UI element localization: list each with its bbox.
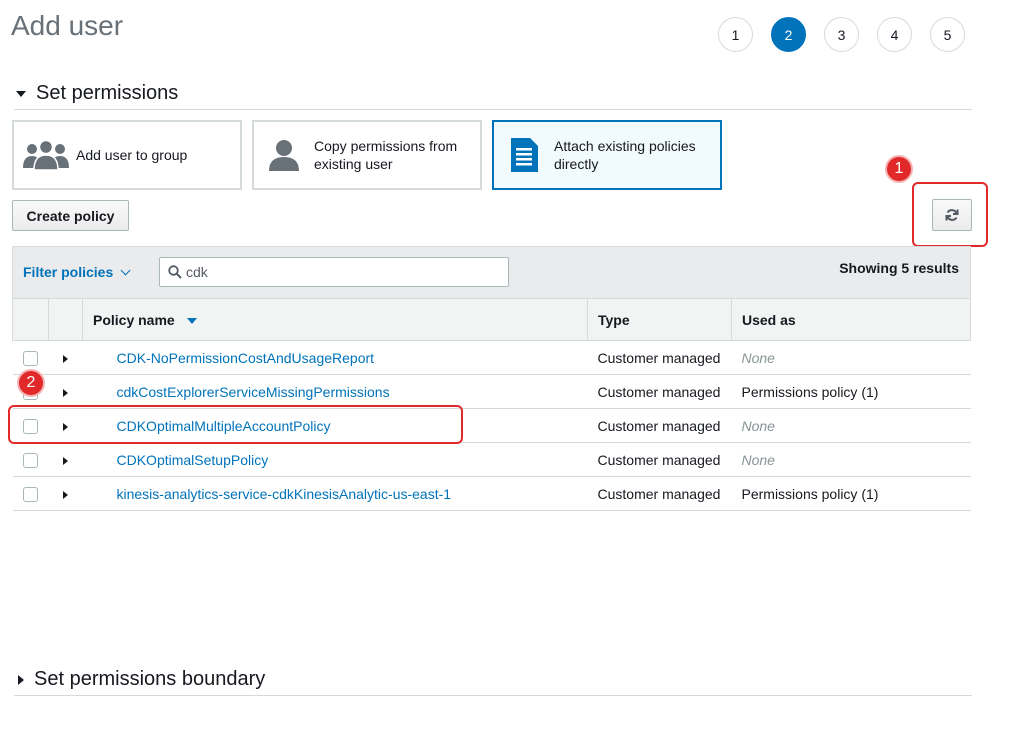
add-user-to-group-option[interactable]: Add user to group bbox=[12, 120, 242, 190]
annotation-badge-1: 1 bbox=[885, 155, 913, 183]
row-checkbox[interactable] bbox=[22, 452, 38, 468]
table-row: CDK-NoPermissionCostAndUsageReport Custo… bbox=[12, 340, 971, 375]
policy-name-link[interactable]: kinesis-analytics-service-cdkKinesisAnal… bbox=[117, 486, 452, 502]
expand-caret-icon[interactable] bbox=[62, 354, 68, 363]
attach-policies-label: Attach existing policies directly bbox=[554, 138, 696, 172]
add-user-to-group-label: Add user to group bbox=[76, 147, 188, 163]
policy-used-as: None bbox=[741, 417, 775, 434]
row-checkbox[interactable] bbox=[22, 350, 38, 366]
search-icon bbox=[168, 265, 182, 279]
policy-name-link[interactable]: cdkCostExplorerServiceMissingPermissions bbox=[117, 384, 390, 400]
expand-caret-icon[interactable] bbox=[62, 490, 68, 499]
policy-name-link[interactable]: CDKOptimalSetupPolicy bbox=[117, 452, 269, 468]
table-row: kinesis-analytics-service-cdkKinesisAnal… bbox=[12, 476, 971, 511]
search-input[interactable] bbox=[186, 264, 486, 280]
user-group-icon bbox=[16, 138, 76, 172]
policy-name-header[interactable]: Policy name bbox=[82, 298, 588, 341]
filter-bar: Filter policies Showing 5 results bbox=[12, 246, 971, 298]
expand-caret-icon[interactable] bbox=[62, 388, 68, 397]
policy-type: Customer managed bbox=[587, 340, 732, 375]
used-as-header[interactable]: Used as bbox=[731, 298, 971, 341]
set-permissions-boundary-title: Set permissions boundary bbox=[34, 668, 266, 690]
document-icon bbox=[494, 137, 554, 173]
table-header-row: Policy name Type Used as bbox=[12, 298, 971, 341]
sort-desc-icon bbox=[186, 317, 197, 324]
table-row: CDKOptimalSetupPolicy Customer managed N… bbox=[12, 442, 971, 477]
caret-down-icon bbox=[16, 90, 26, 97]
expand-caret-icon[interactable] bbox=[62, 456, 68, 465]
caret-right-icon bbox=[18, 674, 24, 685]
wizard-step-5[interactable]: 5 bbox=[930, 17, 965, 52]
header-expand-cell bbox=[48, 298, 83, 341]
wizard-step-4[interactable]: 4 bbox=[877, 17, 912, 52]
policy-name-link[interactable]: CDK-NoPermissionCostAndUsageReport bbox=[117, 350, 375, 366]
policy-used-as: Permissions policy (1) bbox=[741, 485, 879, 502]
policy-type: Customer managed bbox=[587, 374, 732, 409]
policy-type: Customer managed bbox=[587, 408, 732, 443]
results-count: Showing 5 results bbox=[839, 260, 959, 276]
filter-policies-dropdown[interactable]: Filter policies bbox=[23, 264, 131, 280]
policy-used-as: None bbox=[741, 451, 775, 468]
policy-used-as: None bbox=[741, 349, 775, 366]
user-icon bbox=[254, 139, 314, 171]
set-permissions-header[interactable]: Set permissions bbox=[14, 82, 972, 110]
policy-type: Customer managed bbox=[587, 476, 732, 511]
filter-policies-label: Filter policies bbox=[23, 264, 114, 280]
header-checkbox-cell bbox=[12, 298, 49, 341]
set-permissions-boundary-header[interactable]: Set permissions boundary bbox=[14, 668, 972, 696]
attach-policies-option[interactable]: Attach existing policies directly bbox=[492, 120, 722, 190]
policy-name-header-label: Policy name bbox=[93, 311, 175, 328]
search-box[interactable] bbox=[159, 257, 509, 287]
annotation-badge-2: 2 bbox=[17, 369, 45, 397]
policy-row-highlight-box bbox=[8, 405, 463, 444]
set-permissions-title: Set permissions bbox=[36, 82, 179, 104]
wizard-steps: 1 2 3 4 5 bbox=[718, 17, 965, 52]
copy-permissions-label: Copy permissions from existing user bbox=[314, 138, 458, 172]
copy-permissions-option[interactable]: Copy permissions from existing user bbox=[252, 120, 482, 190]
table-row: cdkCostExplorerServiceMissingPermissions… bbox=[12, 374, 971, 409]
policy-used-as: Permissions policy (1) bbox=[741, 383, 879, 400]
row-checkbox[interactable] bbox=[22, 486, 38, 502]
wizard-step-3[interactable]: 3 bbox=[824, 17, 859, 52]
page-title: Add user bbox=[11, 10, 124, 41]
wizard-step-2[interactable]: 2 bbox=[771, 17, 806, 52]
chevron-down-icon bbox=[120, 265, 131, 275]
create-policy-button[interactable]: Create policy bbox=[12, 200, 129, 231]
wizard-step-1[interactable]: 1 bbox=[718, 17, 753, 52]
type-header[interactable]: Type bbox=[587, 298, 732, 341]
policy-type: Customer managed bbox=[587, 442, 732, 477]
refresh-highlight-box bbox=[912, 182, 988, 247]
